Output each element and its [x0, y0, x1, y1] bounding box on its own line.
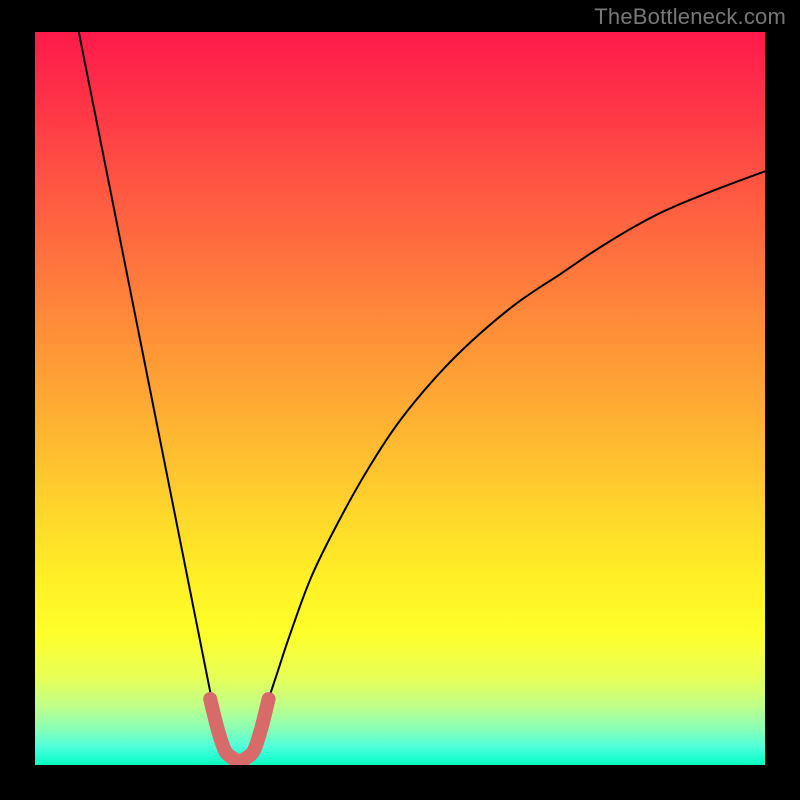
bottleneck-curve-line	[79, 32, 765, 761]
plot-area	[35, 32, 765, 765]
optimal-marker-line	[210, 699, 268, 761]
watermark-text: TheBottleneck.com	[594, 4, 786, 30]
chart-container: TheBottleneck.com	[0, 0, 800, 800]
chart-svg	[35, 32, 765, 765]
